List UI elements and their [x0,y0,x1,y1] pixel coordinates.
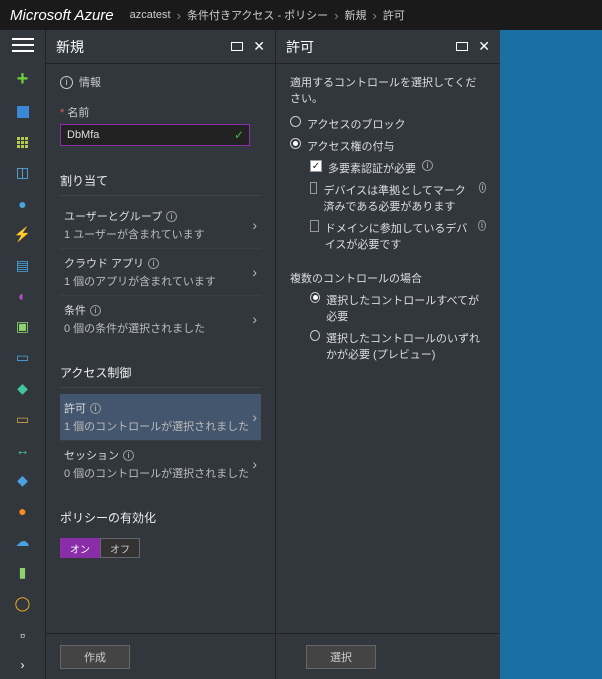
valid-check-icon: ✓ [234,128,244,142]
info-icon: i [90,305,101,316]
vm-icon[interactable]: ▣ [13,318,33,335]
dashboard-icon[interactable] [13,104,33,120]
section-assignments: 割り当て [60,172,261,196]
radio-icon [310,292,320,303]
radio-require-all[interactable]: 選択したコントロールすべてが必要 [310,292,486,324]
assign-users-row[interactable]: ユーザーとグループi 1 ユーザーが含まれています › [60,202,261,248]
sql-icon[interactable]: ▤ [13,257,33,274]
app-services-icon[interactable]: ● [13,195,33,211]
radio-block-access[interactable]: アクセスのブロック [290,116,486,132]
cost-icon[interactable]: ▮ [13,564,33,581]
nav-rail: + ◫ ● ⚡ ▤ ◐ ▣ ▭ ◆ ▭ ↔ ◆ ● ☁ ▮ ◯ ▫ › [0,30,45,679]
info-icon: i [90,403,101,414]
assign-conditions-row[interactable]: 条件i 0 個の条件が選択されました › [60,295,261,342]
chevron-right-icon: › [252,311,257,327]
grant-prompt: 適用するコントロールを選択してください。 [290,74,486,106]
breadcrumb[interactable]: 新規 [345,7,367,23]
chevron-right-icon: › [252,217,257,233]
lb-icon[interactable]: ◆ [13,380,33,397]
functions-icon[interactable]: ⚡ [13,226,33,243]
resource-icon[interactable]: ◫ [13,164,33,181]
select-button[interactable]: 選択 [306,645,376,669]
name-input[interactable] [60,124,250,146]
toggle-off[interactable]: オフ [100,538,140,558]
advisor-icon[interactable]: ● [13,503,33,519]
breadcrumb[interactable]: 許可 [383,7,405,23]
info-label: 情報 [79,74,101,90]
help-icon[interactable]: ◯ [13,595,33,612]
breadcrumb-sep: › [373,8,377,23]
checkbox-require-domain-joined[interactable]: ドメインに参加しているデバイスが必要です i [310,220,486,252]
toggle-on[interactable]: オン [60,538,100,558]
breadcrumb[interactable]: azcatest [130,9,171,21]
name-label: * 名前 [60,104,261,120]
section-multiple-controls: 複数のコントロールの場合 [290,270,486,286]
session-row[interactable]: セッションi 0 個のコントロールが選択されました › [60,440,261,487]
vnet-icon[interactable]: ↔ [13,442,33,458]
info-row[interactable]: i 情報 [60,74,261,90]
assign-apps-row[interactable]: クラウド アプリi 1 個のアプリが含まれています › [60,248,261,295]
info-icon: i [123,450,134,461]
hamburger-icon[interactable] [12,36,34,54]
info-icon: i [478,220,486,231]
breadcrumb[interactable]: 条件付きアクセス - ポリシー [187,7,328,23]
breadcrumb-sep: › [177,8,181,23]
new-icon[interactable]: + [13,70,33,90]
radio-require-any[interactable]: 選択したコントロールのいずれかが必要 (プレビュー) [310,330,486,362]
info-icon: i [479,182,486,193]
checkbox-icon [310,220,319,232]
blade-grant: 許可 ✕ 適用するコントロールを選択してください。 アクセスのブロック アクセス… [275,30,500,679]
maximize-icon[interactable] [231,42,243,51]
info-icon: i [422,160,433,171]
checkbox-icon [310,182,317,194]
grant-row[interactable]: 許可i 1 個のコントロールが選択されました › [60,394,261,440]
section-enable-policy: ポリシーの有効化 [60,509,261,532]
breadcrumb-sep: › [334,8,338,23]
expand-icon[interactable]: › [13,657,33,673]
monitor-icon[interactable]: ▭ [13,349,33,366]
radio-icon [290,116,301,127]
info-icon: i [166,211,177,222]
blade-new: 新規 ✕ i 情報 * 名前 ✓ 割り当て ユーザーとグループi [45,30,275,679]
aad-icon[interactable]: ◆ [13,472,33,489]
cosmos-icon[interactable]: ◐ [13,288,33,304]
storage-icon[interactable]: ▭ [13,411,33,428]
enable-policy-toggle[interactable]: オン オフ [60,538,261,558]
radio-icon [290,138,301,149]
blade-title: 新規 [56,37,223,57]
more-icon[interactable]: ▫ [13,626,33,642]
chevron-right-icon: › [252,456,257,472]
close-icon[interactable]: ✕ [253,38,265,55]
chevron-right-icon: › [252,409,257,425]
security-icon[interactable]: ☁ [13,533,33,550]
radio-icon [310,330,320,341]
radio-grant-access[interactable]: アクセス権の付与 [290,138,486,154]
checkbox-icon: ✓ [310,160,322,172]
section-access-controls: アクセス制御 [60,364,261,388]
all-services-icon[interactable] [13,134,33,150]
journey-background [500,30,602,679]
chevron-right-icon: › [252,264,257,280]
maximize-icon[interactable] [456,42,468,51]
checkbox-require-mfa[interactable]: ✓ 多要素認証が必要 i [310,160,486,176]
checkbox-require-compliant-device[interactable]: デバイスは準拠としてマーク済みである必要があります i [310,182,486,214]
close-icon[interactable]: ✕ [478,38,490,55]
blade-title: 許可 [286,37,448,57]
info-icon: i [60,76,73,89]
top-header: Microsoft Azure azcatest › 条件付きアクセス - ポリ… [0,0,602,30]
info-icon: i [148,258,159,269]
create-button[interactable]: 作成 [60,645,130,669]
azure-brand: Microsoft Azure [10,7,114,24]
